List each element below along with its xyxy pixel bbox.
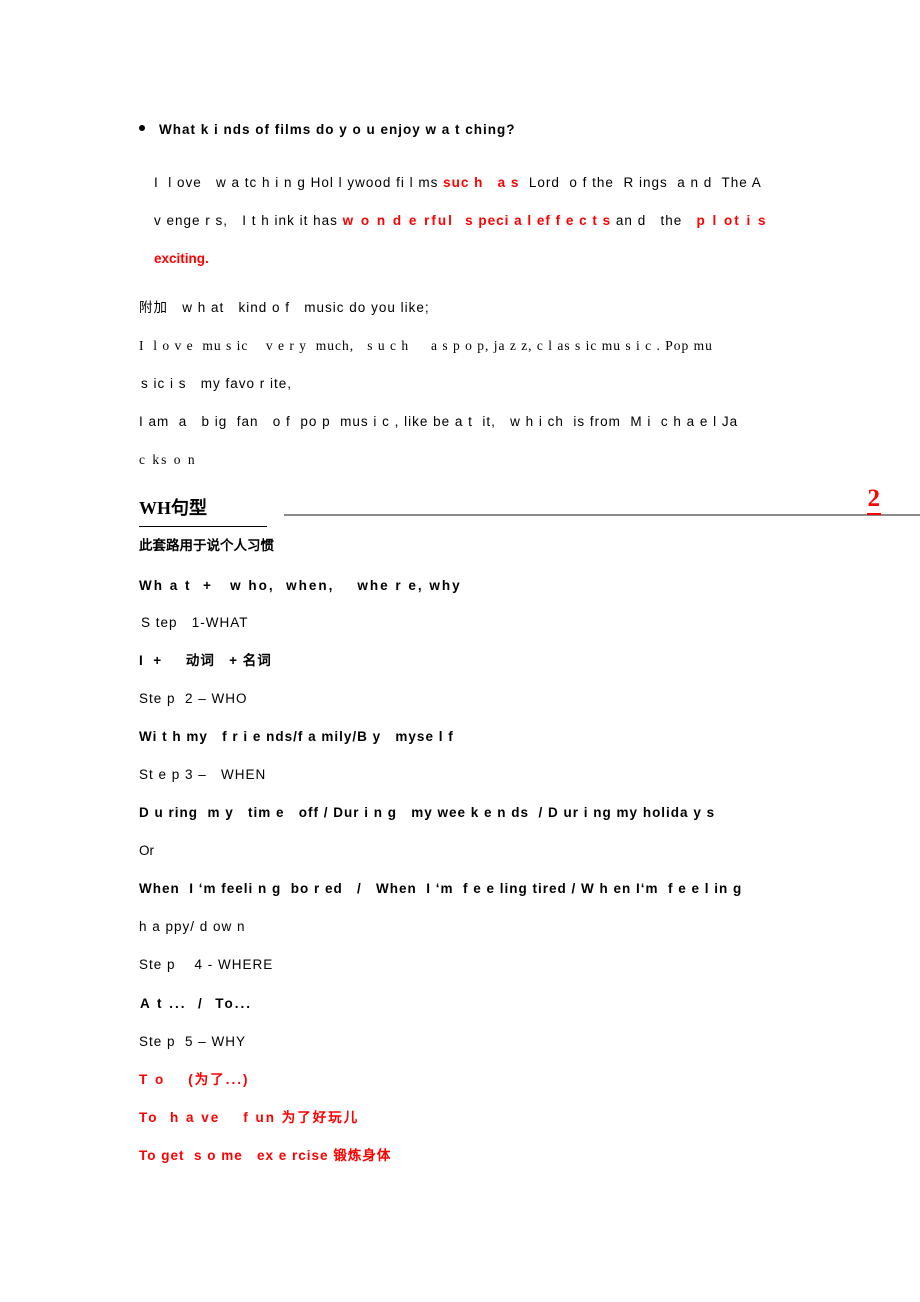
answer-line-2-highlight-plot: p l ot i s [696, 212, 768, 228]
wh-formula: Wh a t + w ho, when, whe r e, why [139, 578, 462, 593]
answer-line-2-pre: v enge r s, I t h ink it has [154, 212, 343, 228]
or-label: Or [139, 843, 154, 858]
when-alt-line-1: When I ‘m feeli n g bo r ed / When I ‘m … [139, 881, 743, 896]
answer-line-2-highlight-wonderful: w o n d e rful [342, 212, 454, 228]
why-item-2: To h a ve f un 为了好玩儿 [139, 1110, 360, 1125]
why-item-3: To get s o me ex e rcise 锻炼身体 [139, 1148, 392, 1163]
bullet-question-row: What k i nds of films do y o u enjoy w a… [139, 122, 516, 137]
answer-line-3: exciting. [139, 238, 209, 279]
wh-heading-band: WH句型 2 [139, 486, 920, 527]
bullet-dot-icon [139, 125, 145, 131]
extra-line-2: s ic i s my favo r ite, [141, 376, 293, 391]
answer-line-2: v enge r s, I t h ink it has w o n d e r… [139, 200, 767, 241]
answer-line-2-gap-a [454, 213, 465, 228]
answer-line-1-post: Lord o f the R ings a n d The A [519, 174, 762, 190]
answer-line-2-highlight-effects: s peci a l ef f e c t s [465, 212, 612, 228]
extra-line-1: I l o v e mu s ic v e r y much, s u c h … [139, 338, 713, 353]
step-4-label: Ste p 4 - WHERE [139, 957, 274, 972]
step-1-label: S tep 1-WHAT [141, 615, 249, 630]
heading-horizontal-rule [284, 514, 920, 516]
document-page: What k i nds of films do y o u enjoy w a… [0, 0, 920, 1302]
extra-line-3: I am a b ig fan o f po p mus i c , like … [139, 414, 739, 429]
wh-section-heading: WH句型 [139, 494, 267, 527]
answer-line-1-highlight: suc h a s [443, 174, 520, 190]
step-2-content: Wi t h my f r i e nds/f a mily/B y myse … [139, 729, 454, 744]
wh-subtitle: 此套路用于说个人习惯 [139, 538, 274, 553]
step-5-label: Ste p 5 – WHY [139, 1034, 247, 1049]
step-4-content: A t ... / To... [140, 996, 252, 1011]
when-alt-line-2: h a ppy/ d ow n [139, 919, 246, 934]
extra-label-line: 附加 w h at kind o f music do you like; [139, 300, 430, 315]
answer-line-2-gap-b: an d the [611, 212, 697, 228]
answer-line-1: I l ove w a tc h i n g Hol l ywood fi l … [139, 162, 762, 203]
step-1-content: I + 动词 + 名词 [139, 653, 272, 668]
answer-line-1-pre: I l ove w a tc h i n g Hol l ywood fi l … [154, 174, 444, 190]
answer-line-3-period: . [205, 250, 209, 266]
page-number-marker: 2 [866, 486, 881, 515]
step-3-label: St e p 3 – WHEN [139, 767, 267, 782]
bullet-question-text: What k i nds of films do y o u enjoy w a… [159, 122, 516, 137]
step-2-label: Ste p 2 – WHO [139, 691, 248, 706]
answer-line-3-highlight: exciting [154, 250, 206, 266]
extra-line-4: c ks o n [139, 452, 197, 467]
step-3-content: D u ring m y tim e off / Dur i n g my we… [139, 805, 716, 820]
why-item-1: T o (为了...) [139, 1072, 250, 1087]
